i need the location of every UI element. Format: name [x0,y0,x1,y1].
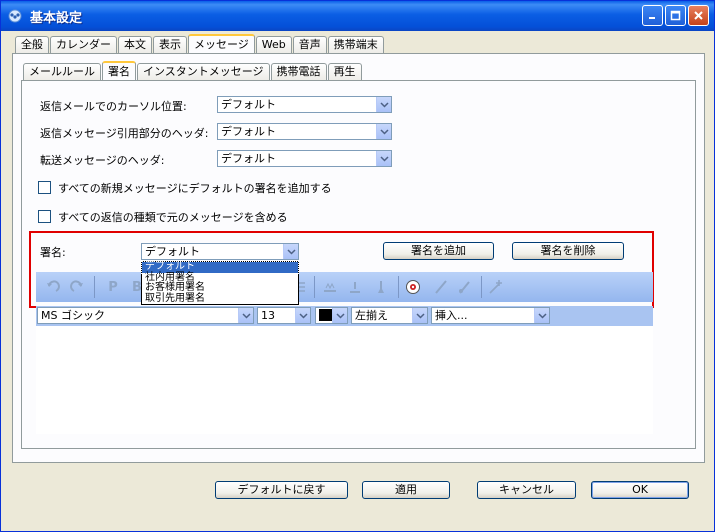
tab-body[interactable]: 本文 [118,36,152,54]
forward-header-label: 転送メッセージのヘッダ: [40,154,165,167]
font-value: MS ゴシック [41,309,105,322]
insert-select[interactable]: 挿入... [431,307,550,324]
font-size-value: 13 [261,309,275,322]
maximize-button[interactable] [665,5,686,26]
forward-header-select[interactable]: デフォルト [217,150,392,167]
include-original-label: すべての返信の種類で元のメッセージを含める [58,211,288,224]
signature-dropdown-list: デフォルト 社内用署名 お客様用署名 取引先用署名 [141,261,299,305]
tab-playback[interactable]: 再生 [327,63,362,81]
tab-display[interactable]: 表示 [153,36,187,54]
chevron-down-icon [238,308,253,323]
insert-value: 挿入... [435,309,468,322]
app-icon [6,7,24,25]
settings-window: 基本設定 全般 カレンダー 本文 表示 メッセージ Web 音声 携帯端末 メー… [0,0,715,532]
signature-editor[interactable] [36,326,653,434]
tab-cellphone[interactable]: 携帯電話 [270,63,327,81]
signature-label: 署名: [40,246,66,259]
reply-header-value: デフォルト [221,125,276,138]
format-painter-icon[interactable] [372,278,390,296]
apply-button[interactable]: 適用 [362,481,450,499]
close-icon [694,11,703,20]
main-tab-strip: 全般 カレンダー 本文 表示 メッセージ Web 音声 携帯端末 [15,34,385,54]
minimize-button[interactable] [642,5,663,26]
tab-general[interactable]: 全般 [15,36,49,54]
tab-signature[interactable]: 署名 [102,61,136,81]
reply-cursor-select[interactable]: デフォルト [217,96,392,113]
redo-icon[interactable] [68,278,86,296]
reply-cursor-value: デフォルト [221,98,276,111]
signature-select[interactable]: デフォルト [141,243,299,260]
chevron-down-icon [295,308,310,323]
paragraph-icon[interactable]: P [104,278,122,296]
chevron-down-icon [376,124,391,139]
toolbar-separator [481,276,482,298]
add-default-signature-checkbox[interactable] [38,181,51,194]
tab-audio[interactable]: 音声 [292,36,327,54]
font-select[interactable]: MS ゴシック [37,307,254,324]
link-icon[interactable] [432,278,450,296]
signature-option[interactable]: お客様用署名 [142,283,298,294]
delete-signature-button[interactable]: 署名を削除 [512,242,624,260]
sub-tab-strip: メールルール 署名 インスタントメッセージ 携帯電話 再生 [23,61,363,81]
chevron-down-icon [376,151,391,166]
tools-icon[interactable] [488,278,506,296]
reply-header-select[interactable]: デフォルト [217,123,392,140]
signature-option[interactable]: 取引先用署名 [142,293,298,305]
include-original-checkbox[interactable] [38,210,51,223]
alignment-select[interactable]: 左揃え [351,307,428,324]
signature-value: デフォルト [145,245,200,258]
color-swatch [319,309,333,321]
forward-header-value: デフォルト [221,152,276,165]
undo-icon[interactable] [44,278,62,296]
brush-icon[interactable] [456,278,474,296]
reply-header-label: 返信メッセージ引用部分のヘッダ: [40,127,209,140]
toolbar-separator [398,276,399,298]
title-bar[interactable]: 基本設定 [1,1,714,31]
chevron-down-icon [412,308,427,323]
signature-option[interactable]: デフォルト [141,261,299,274]
horizontal-rule-icon[interactable] [321,278,339,296]
tab-message[interactable]: メッセージ [188,34,255,54]
font-color-select[interactable] [315,307,348,324]
format-toolbar: P B [36,272,653,302]
tab-web[interactable]: Web [255,36,292,54]
add-signature-button[interactable]: 署名を追加 [383,242,494,260]
cancel-button[interactable]: キャンセル [477,481,576,499]
underline-icon[interactable] [346,278,364,296]
chevron-down-icon [534,308,549,323]
restore-default-button[interactable]: デフォルトに戻す [215,481,348,499]
tab-instant-message[interactable]: インスタントメッセージ [137,63,270,81]
maximize-icon [670,10,681,21]
tab-mail-rules[interactable]: メールルール [23,63,101,81]
minimize-icon [649,17,655,19]
chevron-down-icon [283,244,298,259]
reply-cursor-label: 返信メールでのカーソル位置: [40,100,187,113]
alignment-value: 左揃え [355,309,388,322]
toolbar-separator [314,276,315,298]
window-title: 基本設定 [30,10,83,26]
add-default-signature-label: すべての新規メッセージにデフォルトの署名を追加する [58,182,332,195]
font-size-select[interactable]: 13 [257,307,311,324]
chevron-down-icon [376,97,391,112]
chevron-down-icon [332,308,347,323]
tab-mobile[interactable]: 携帯端末 [327,36,384,54]
emoticon-icon[interactable] [404,278,422,296]
ok-button[interactable]: OK [591,481,689,499]
close-button[interactable] [688,5,709,26]
tab-calendar[interactable]: カレンダー [50,36,117,54]
toolbar-separator [94,276,95,298]
